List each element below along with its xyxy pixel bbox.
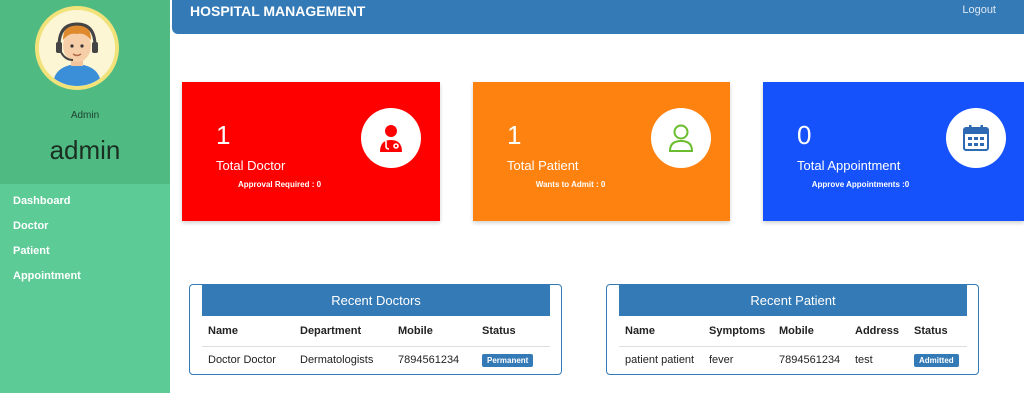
calendar-icon (946, 108, 1006, 168)
profile-role: Admin (70, 110, 100, 121)
column-header: Address (849, 316, 908, 347)
table-header-row: Name Department Mobile Status (202, 316, 550, 347)
table-row: Doctor Doctor Dermatologists 7894561234 … (202, 346, 550, 374)
logout-link[interactable]: Logout (962, 4, 996, 16)
patient-mobile: 7894561234 (779, 354, 841, 367)
doctor-status-cell: Permanent (476, 346, 550, 374)
status-badge: Permanent (482, 353, 534, 367)
column-header: Name (619, 316, 703, 347)
column-header: Mobile (773, 316, 849, 347)
doctor-icon (361, 108, 421, 168)
recent-doctors-table: Name Department Mobile Status Doctor Doc… (202, 316, 550, 374)
doctor-card-label: Total Doctor (216, 158, 286, 173)
patient-card-subtext: Wants to Admit : 0 (535, 180, 606, 189)
sidebar-item-doctor[interactable]: Doctor (0, 219, 170, 244)
patient-status-cell: Admitted (908, 346, 967, 374)
patient-address: test (855, 354, 873, 367)
total-doctor-card: 1 Total Doctor Approval Required : 0 (182, 82, 440, 221)
profile-username: admin (49, 135, 121, 165)
sidebar-item-patient[interactable]: Patient (0, 244, 170, 269)
patient-card-label: Total Patient (507, 158, 579, 173)
sidebar: Admin admin Dashboard Doctor Patient App… (0, 0, 170, 393)
recent-patient-panel: Recent Patient Name Symptoms Mobile Addr… (606, 284, 979, 375)
recent-patient-title: Recent Patient (619, 285, 967, 316)
doctor-card-subtext: Approval Required : 0 (237, 180, 322, 189)
doctor-name: Doctor Doctor (208, 354, 276, 367)
user-icon (651, 108, 711, 168)
column-header: Name (202, 316, 294, 347)
sidebar-nav: Dashboard Doctor Patient Appointment (0, 194, 170, 294)
table-header-row: Name Symptoms Mobile Address Status (619, 316, 967, 347)
patient-symptoms: fever (709, 354, 734, 367)
profile-panel: Admin admin (0, 0, 170, 184)
doctor-department: Dermatologists (300, 354, 374, 367)
table-row: patient patient fever 7894561234 test Ad… (619, 346, 967, 374)
doctor-count: 1 (216, 120, 231, 150)
column-header: Status (908, 316, 967, 347)
appointment-count: 0 (797, 120, 812, 150)
total-appointment-card: 0 Total Appointment Approve Appointments… (763, 82, 1024, 221)
sidebar-item-appointment[interactable]: Appointment (0, 269, 170, 294)
patient-count: 1 (507, 120, 522, 150)
app-title: HOSPITAL MANAGEMENT (190, 3, 366, 19)
total-patient-card: 1 Total Patient Wants to Admit : 0 (473, 82, 730, 221)
column-header: Symptoms (703, 316, 773, 347)
recent-patient-table: Name Symptoms Mobile Address Status pati… (619, 316, 967, 374)
recent-doctors-title: Recent Doctors (202, 285, 550, 316)
sidebar-item-dashboard[interactable]: Dashboard (0, 194, 170, 219)
doctor-mobile: 7894561234 (398, 354, 460, 367)
appointment-card-label: Total Appointment (797, 158, 901, 173)
top-header: HOSPITAL MANAGEMENT Logout (172, 0, 1024, 34)
appointment-card-subtext: Approve Appointments :0 (811, 180, 910, 189)
recent-doctors-panel: Recent Doctors Name Department Mobile St… (189, 284, 562, 375)
avatar (35, 6, 119, 90)
status-badge: Admitted (914, 353, 959, 367)
column-header: Mobile (392, 316, 476, 347)
patient-name: patient patient (625, 354, 695, 367)
column-header: Status (476, 316, 550, 347)
column-header: Department (294, 316, 392, 347)
